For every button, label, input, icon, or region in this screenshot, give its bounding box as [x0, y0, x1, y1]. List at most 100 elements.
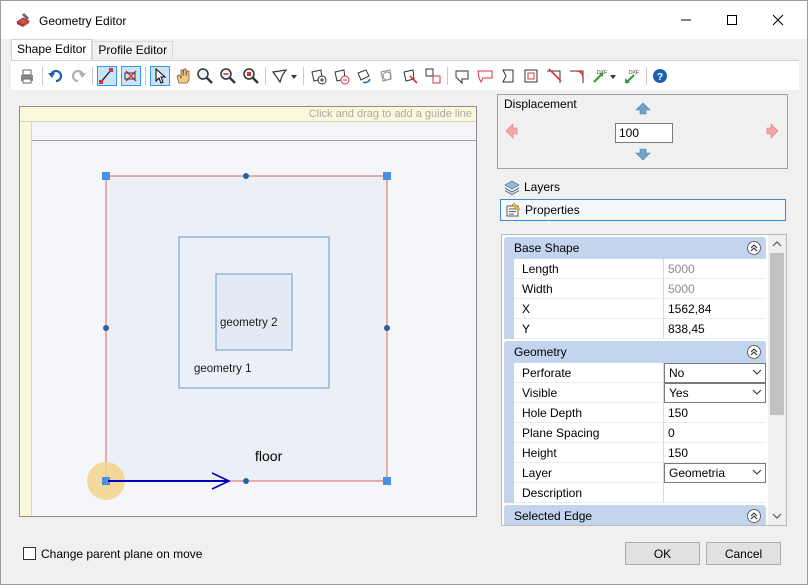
subtract-shape-button[interactable]	[331, 66, 351, 86]
scroll-down-icon[interactable]	[771, 510, 783, 522]
property-value: 5000	[664, 279, 766, 299]
rotate-shape-button[interactable]	[354, 66, 374, 86]
tab-shape-editor[interactable]: Shape Editor	[11, 39, 93, 60]
section-geometry[interactable]: Geometry	[504, 341, 766, 363]
properties-icon	[506, 202, 521, 217]
layers-icon	[504, 180, 520, 195]
section-selected-edge[interactable]: Selected Edge	[504, 505, 766, 525]
undo-button[interactable]	[46, 66, 66, 86]
print-button[interactable]	[17, 66, 37, 86]
move-left-arrow-icon[interactable]	[503, 123, 519, 139]
hole-depth-value[interactable]: 150	[664, 403, 766, 423]
shape-tool-4-button[interactable]	[521, 66, 541, 86]
displacement-label: Displacement	[504, 97, 577, 111]
property-name: Layer	[514, 463, 664, 483]
dxf-import-button[interactable]: DXF	[622, 66, 642, 86]
redo-button[interactable]	[68, 66, 88, 86]
polygon-dropdown-button[interactable]	[289, 66, 299, 86]
close-icon	[772, 14, 784, 26]
move-shape-icon	[425, 68, 441, 84]
dxf-import-icon: DXF	[625, 70, 639, 84]
circle-shape-button[interactable]	[377, 66, 397, 86]
edge-cut-button[interactable]	[544, 66, 564, 86]
dxf-export-button[interactable]: DXF	[590, 66, 610, 86]
scroll-thumb[interactable]	[770, 253, 784, 415]
shape-tool-2-button[interactable]	[475, 66, 495, 86]
layer-select[interactable]: Geometria	[664, 463, 766, 483]
property-grid: Base Shape Length 5000 Width 5000 X 1562…	[501, 234, 787, 526]
property-row-perforate[interactable]: Perforate No	[504, 363, 766, 383]
scroll-up-icon[interactable]	[771, 238, 783, 250]
midpoint-handle-right[interactable]	[384, 325, 390, 331]
geometry-editor-icon	[16, 13, 30, 27]
section-base-shape[interactable]: Base Shape	[504, 237, 766, 259]
dxf-export-dropdown[interactable]	[608, 66, 618, 86]
window-title: Geometry Editor	[39, 14, 127, 28]
select-pointer-button[interactable]	[150, 66, 170, 86]
plane-spacing-value[interactable]: 0	[664, 423, 766, 443]
drawing-canvas[interactable]: Click and drag to add a guide line geome…	[19, 106, 477, 517]
properties-button[interactable]: Properties	[500, 199, 786, 221]
properties-label: Properties	[525, 203, 580, 217]
snap-toggle-button[interactable]	[97, 66, 117, 86]
collapse-icon[interactable]	[746, 240, 762, 256]
minimize-button[interactable]	[663, 1, 709, 39]
zoom-out-button[interactable]	[218, 66, 238, 86]
midpoint-handle-bottom[interactable]	[243, 478, 249, 484]
close-button[interactable]	[755, 1, 801, 39]
move-shape-button[interactable]	[423, 66, 443, 86]
maximize-button[interactable]	[709, 1, 755, 39]
shape-tool-1-icon	[455, 70, 469, 85]
move-right-arrow-icon[interactable]	[765, 123, 781, 139]
property-row-plane-spacing[interactable]: Plane Spacing 0	[504, 423, 766, 443]
displacement-panel: Displacement	[497, 94, 788, 169]
property-row-hole-depth[interactable]: Hole Depth 150	[504, 403, 766, 423]
midpoint-handle-left[interactable]	[103, 325, 109, 331]
corner-handle-bottom-right[interactable]	[383, 477, 391, 485]
property-row-width[interactable]: Width 5000	[504, 279, 766, 299]
corner-handle-top-left[interactable]	[102, 172, 110, 180]
tab-profile-editor[interactable]: Profile Editor	[92, 41, 174, 59]
property-grid-scrollbar[interactable]	[768, 235, 786, 525]
snap-disable-icon	[124, 70, 137, 82]
add-shape-button[interactable]	[308, 66, 328, 86]
property-row-description[interactable]: Description	[504, 483, 766, 503]
property-name: Visible	[514, 383, 664, 403]
zoom-window-button[interactable]	[241, 66, 261, 86]
snap-disable-button[interactable]	[121, 66, 141, 86]
property-row-y[interactable]: Y 838,45	[504, 319, 766, 339]
height-value[interactable]: 150	[664, 443, 766, 463]
shape-tool-1-button[interactable]	[452, 66, 472, 86]
cut-shape-button[interactable]	[400, 66, 420, 86]
pan-button[interactable]	[173, 66, 193, 86]
edge-trim-button[interactable]	[567, 66, 587, 86]
visible-select[interactable]: Yes	[664, 383, 766, 403]
print-icon	[21, 69, 33, 84]
property-value-x[interactable]: 1562,84	[664, 299, 766, 319]
change-parent-plane-checkbox[interactable]	[23, 547, 36, 560]
layers-button[interactable]: Layers	[500, 176, 786, 198]
help-button[interactable]: ?	[650, 66, 670, 86]
corner-handle-top-right[interactable]	[383, 172, 391, 180]
maximize-icon	[727, 15, 737, 25]
property-row-height[interactable]: Height 150	[504, 443, 766, 463]
zoom-button[interactable]	[195, 66, 215, 86]
ok-button[interactable]: OK	[625, 542, 700, 565]
property-value-y[interactable]: 838,45	[664, 319, 766, 339]
displacement-input[interactable]	[615, 123, 673, 143]
shape-tool-3-button[interactable]	[498, 66, 518, 86]
perforate-select[interactable]: No	[664, 363, 766, 383]
midpoint-handle-top[interactable]	[243, 173, 249, 179]
property-row-length[interactable]: Length 5000	[504, 259, 766, 279]
property-row-layer[interactable]: Layer Geometria	[504, 463, 766, 483]
description-value[interactable]	[664, 483, 766, 503]
collapse-icon[interactable]	[746, 344, 762, 360]
move-up-arrow-icon[interactable]	[635, 100, 651, 116]
property-row-visible[interactable]: Visible Yes	[504, 383, 766, 403]
move-down-arrow-icon[interactable]	[635, 147, 651, 163]
property-row-x[interactable]: X 1562,84	[504, 299, 766, 319]
geometry-2-shape[interactable]	[215, 273, 293, 351]
collapse-icon[interactable]	[746, 508, 762, 524]
polygon-tool-button[interactable]	[270, 66, 290, 86]
cancel-button[interactable]: Cancel	[706, 542, 781, 565]
